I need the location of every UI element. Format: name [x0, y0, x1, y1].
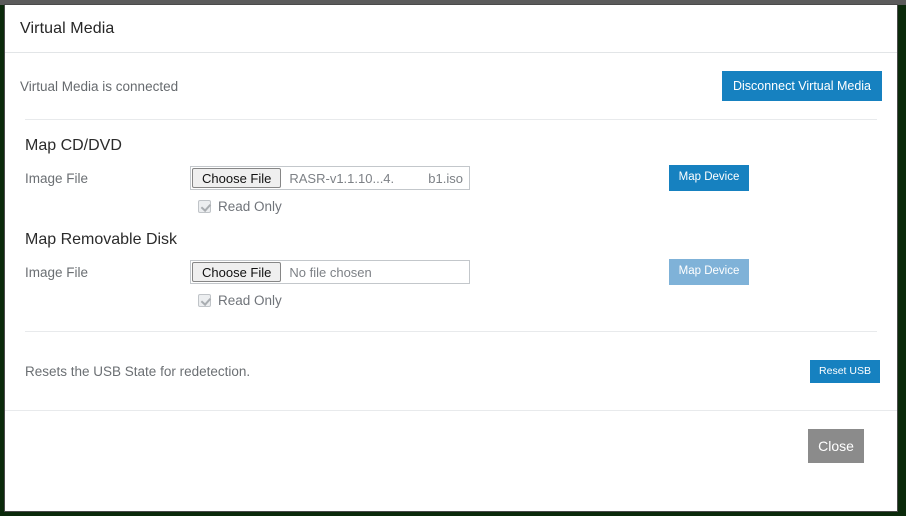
read-only-checkbox-removable [198, 294, 211, 307]
choose-file-button-removable[interactable]: Choose File [192, 262, 282, 282]
read-only-row-removable: Read Only [20, 293, 882, 308]
read-only-checkbox-cd-dvd [198, 200, 211, 213]
image-file-label-cd-dvd: Image File [25, 170, 89, 186]
map-device-button-removable[interactable]: Map Device [669, 259, 749, 285]
choose-file-button-cd-dvd[interactable]: Choose File [192, 168, 282, 188]
section-map-removable-disk: Map Removable Disk Image File Choose Fil… [20, 214, 882, 308]
file-input-cd-dvd[interactable]: Choose File RASR-v1.1.10...4. b1.iso [190, 166, 470, 190]
map-device-holder-cd-dvd: Map Device [669, 165, 749, 191]
read-only-label-cd-dvd: Read Only [218, 199, 282, 214]
section-title-map-cd-dvd: Map CD/DVD [25, 137, 122, 154]
file-name-display-removable: No file chosen [282, 261, 469, 283]
virtual-media-dialog: Virtual Media Virtual Media is connected… [4, 4, 898, 512]
map-device-holder-removable: Map Device [669, 259, 749, 285]
image-file-row-removable: Image File Choose File No file chosen Ma… [20, 259, 882, 285]
section-map-cd-dvd: Map CD/DVD Image File Choose File RASR-v… [20, 120, 882, 214]
file-name-primary-cd-dvd: RASR-v1.1.10...4. [289, 170, 395, 186]
map-device-button-cd-dvd[interactable]: Map Device [669, 165, 749, 191]
file-name-display-cd-dvd: RASR-v1.1.10...4. b1.iso [282, 167, 469, 189]
dialog-body: Virtual Media is connected Disconnect Vi… [5, 53, 897, 481]
reset-usb-row: Resets the USB State for redetection. Re… [20, 332, 882, 410]
image-file-row-cd-dvd: Image File Choose File RASR-v1.1.10...4.… [20, 165, 882, 191]
file-name-secondary-cd-dvd: b1.iso [428, 170, 463, 186]
page-title: Virtual Media [20, 19, 115, 37]
reset-usb-button[interactable]: Reset USB [810, 359, 880, 383]
dialog-footer: Close [20, 411, 882, 481]
file-name-primary-removable: No file chosen [289, 264, 372, 280]
reset-usb-description: Resets the USB State for redetection. [25, 363, 251, 379]
dialog-header: Virtual Media [5, 5, 897, 53]
read-only-label-removable: Read Only [218, 293, 282, 308]
section-title-map-removable-disk: Map Removable Disk [25, 231, 178, 248]
virtual-media-status-text: Virtual Media is connected [20, 78, 179, 94]
virtual-media-status-row: Virtual Media is connected Disconnect Vi… [20, 53, 882, 119]
read-only-row-cd-dvd: Read Only [20, 199, 882, 214]
disconnect-virtual-media-button[interactable]: Disconnect Virtual Media [721, 70, 882, 102]
image-file-label-removable: Image File [25, 264, 89, 280]
file-input-removable[interactable]: Choose File No file chosen [190, 260, 470, 284]
close-button[interactable]: Close [808, 429, 864, 463]
